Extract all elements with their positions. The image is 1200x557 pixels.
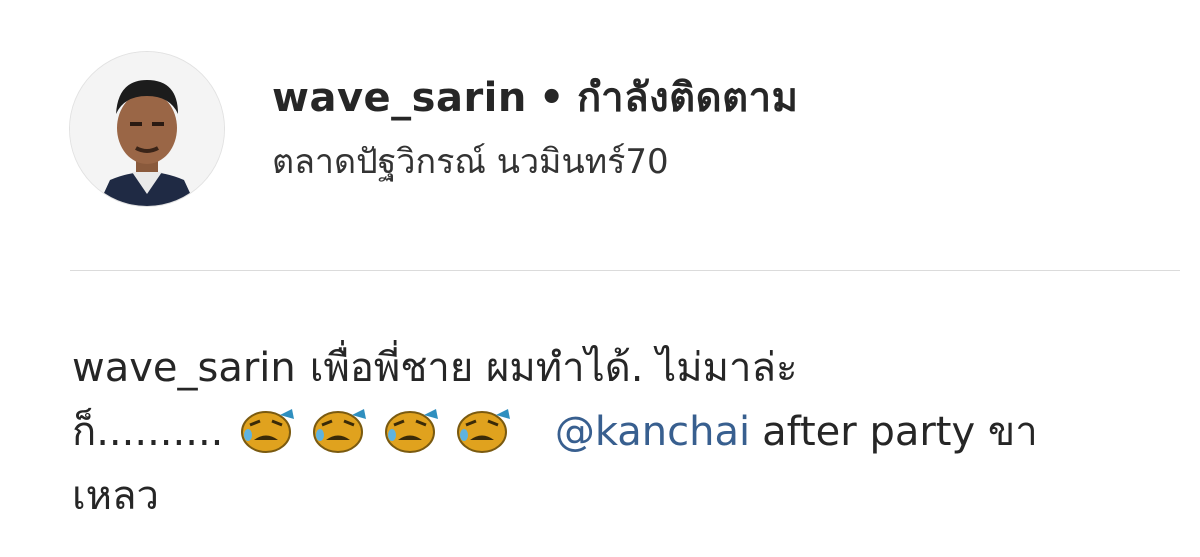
mention-link[interactable]: @kanchai bbox=[555, 409, 750, 455]
comment-text-2: ก็.......... bbox=[72, 409, 224, 455]
weary-face-icon bbox=[236, 405, 298, 455]
username-line: wave_sarin • กำลังติดตาม bbox=[272, 72, 798, 124]
post-identity: wave_sarin • กำลังติดตาม ตลาดปัฐวิกรณ์ นวม… bbox=[272, 72, 798, 186]
comment-text-4: เหลว bbox=[72, 473, 160, 519]
emoji-group bbox=[236, 409, 524, 455]
separator-dot: • bbox=[538, 75, 565, 121]
weary-face-icon bbox=[452, 405, 514, 455]
comment-line-3: เหลว bbox=[72, 464, 1152, 528]
comment-username[interactable]: wave_sarin bbox=[72, 345, 296, 391]
comment-line-1: wave_sarin เพื่อพี่ชาย ผมทำได้. ไม่มาล่ะ bbox=[72, 336, 1152, 400]
follow-status[interactable]: กำลังติดตาม bbox=[577, 75, 798, 121]
weary-face-icon bbox=[380, 405, 442, 455]
username-link[interactable]: wave_sarin bbox=[272, 75, 527, 121]
avatar[interactable] bbox=[70, 52, 224, 206]
weary-face-icon bbox=[308, 405, 370, 455]
post-header: wave_sarin • กำลังติดตาม ตลาดปัฐวิกรณ์ นวม… bbox=[70, 52, 1170, 212]
comment-text-3: after party ขา bbox=[762, 409, 1038, 455]
comment-line-2: ก็.......... @kanchai after party ขา bbox=[72, 400, 1152, 464]
comment-text-1: เพื่อพี่ชาย ผมทำได้. ไม่มาล่ะ bbox=[309, 345, 798, 391]
comment: wave_sarin เพื่อพี่ชาย ผมทำได้. ไม่มาล่ะ … bbox=[72, 336, 1152, 528]
location-link[interactable]: ตลาดปัฐวิกรณ์ นวมินทร์70 bbox=[272, 138, 798, 186]
divider bbox=[70, 270, 1180, 271]
